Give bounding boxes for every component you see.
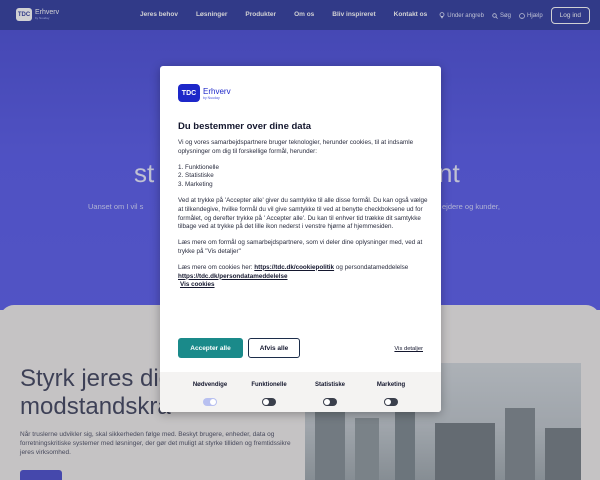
cookies-prefix: Læs mere om cookies her: xyxy=(178,263,255,271)
consent-toggles: Nødvendige Funktionelle Statistiske Mark… xyxy=(160,372,441,412)
toggle-label-marketing: Marketing xyxy=(376,382,406,388)
dialog-logo-tagline: by Nuuday xyxy=(203,95,220,100)
dialog-title: Du bestemmer over dine data xyxy=(178,121,312,132)
necessary-toggle xyxy=(203,398,217,406)
toggle-group-marketing: Marketing xyxy=(361,382,421,411)
toggle-label-necessary: Nødvendige xyxy=(192,382,228,388)
privacy-notice-link[interactable]: https://tdc.dk/persondatameddelelse xyxy=(178,273,288,280)
dialog-logo: TDC Erhverv by Nuuday xyxy=(178,84,231,102)
purposes-list: 1. Funktionelle 2. Statistiske 3. Market… xyxy=(178,164,428,190)
cookies-and: og xyxy=(334,263,345,271)
dialog-logo-name: Erhverv xyxy=(203,86,231,96)
dialog-intro: Vi og vores samarbejdspartnere bruger te… xyxy=(178,139,414,155)
cookie-policy-link[interactable]: https://tdc.dk/cookiepolitik xyxy=(254,264,334,271)
statistics-toggle[interactable] xyxy=(323,398,337,406)
show-cookies-link[interactable]: Vis cookies xyxy=(180,281,215,288)
marketing-toggle[interactable] xyxy=(384,398,398,406)
dialog-logo-mark: TDC xyxy=(178,84,200,102)
purpose-item: 1. Funktionelle xyxy=(178,163,219,171)
dialog-body: Vi og vores samarbejdspartnere bruger te… xyxy=(178,139,428,297)
functional-toggle[interactable] xyxy=(262,398,276,406)
toggle-group-functional: Funktionelle xyxy=(239,382,299,411)
purpose-item: 3. Marketing xyxy=(178,181,213,189)
consent-text: Ved at trykke på 'Accepter alle' giver d… xyxy=(178,196,428,231)
links-paragraph: Læs mere om cookies her: https://tdc.dk/… xyxy=(178,264,428,290)
reject-all-button[interactable]: Afvis alle xyxy=(248,338,300,358)
toggle-group-necessary: Nødvendige xyxy=(180,382,240,411)
toggle-label-statistics: Statistiske xyxy=(314,382,345,388)
purpose-item: 2. Statistiske xyxy=(178,172,214,180)
accept-all-button[interactable]: Accepter alle xyxy=(178,338,243,358)
toggle-label-functional: Funktionelle xyxy=(251,382,287,388)
toggle-group-statistics: Statistiske xyxy=(300,382,360,411)
more-info-text: Læs mere om formål og samarbejdspartnere… xyxy=(178,239,423,255)
cookie-consent-dialog: TDC Erhverv by Nuuday Du bestemmer over … xyxy=(160,66,441,412)
privacy-prefix: persondatameddelelse xyxy=(344,263,409,271)
show-details-link[interactable]: Vis detaljer xyxy=(394,346,423,352)
